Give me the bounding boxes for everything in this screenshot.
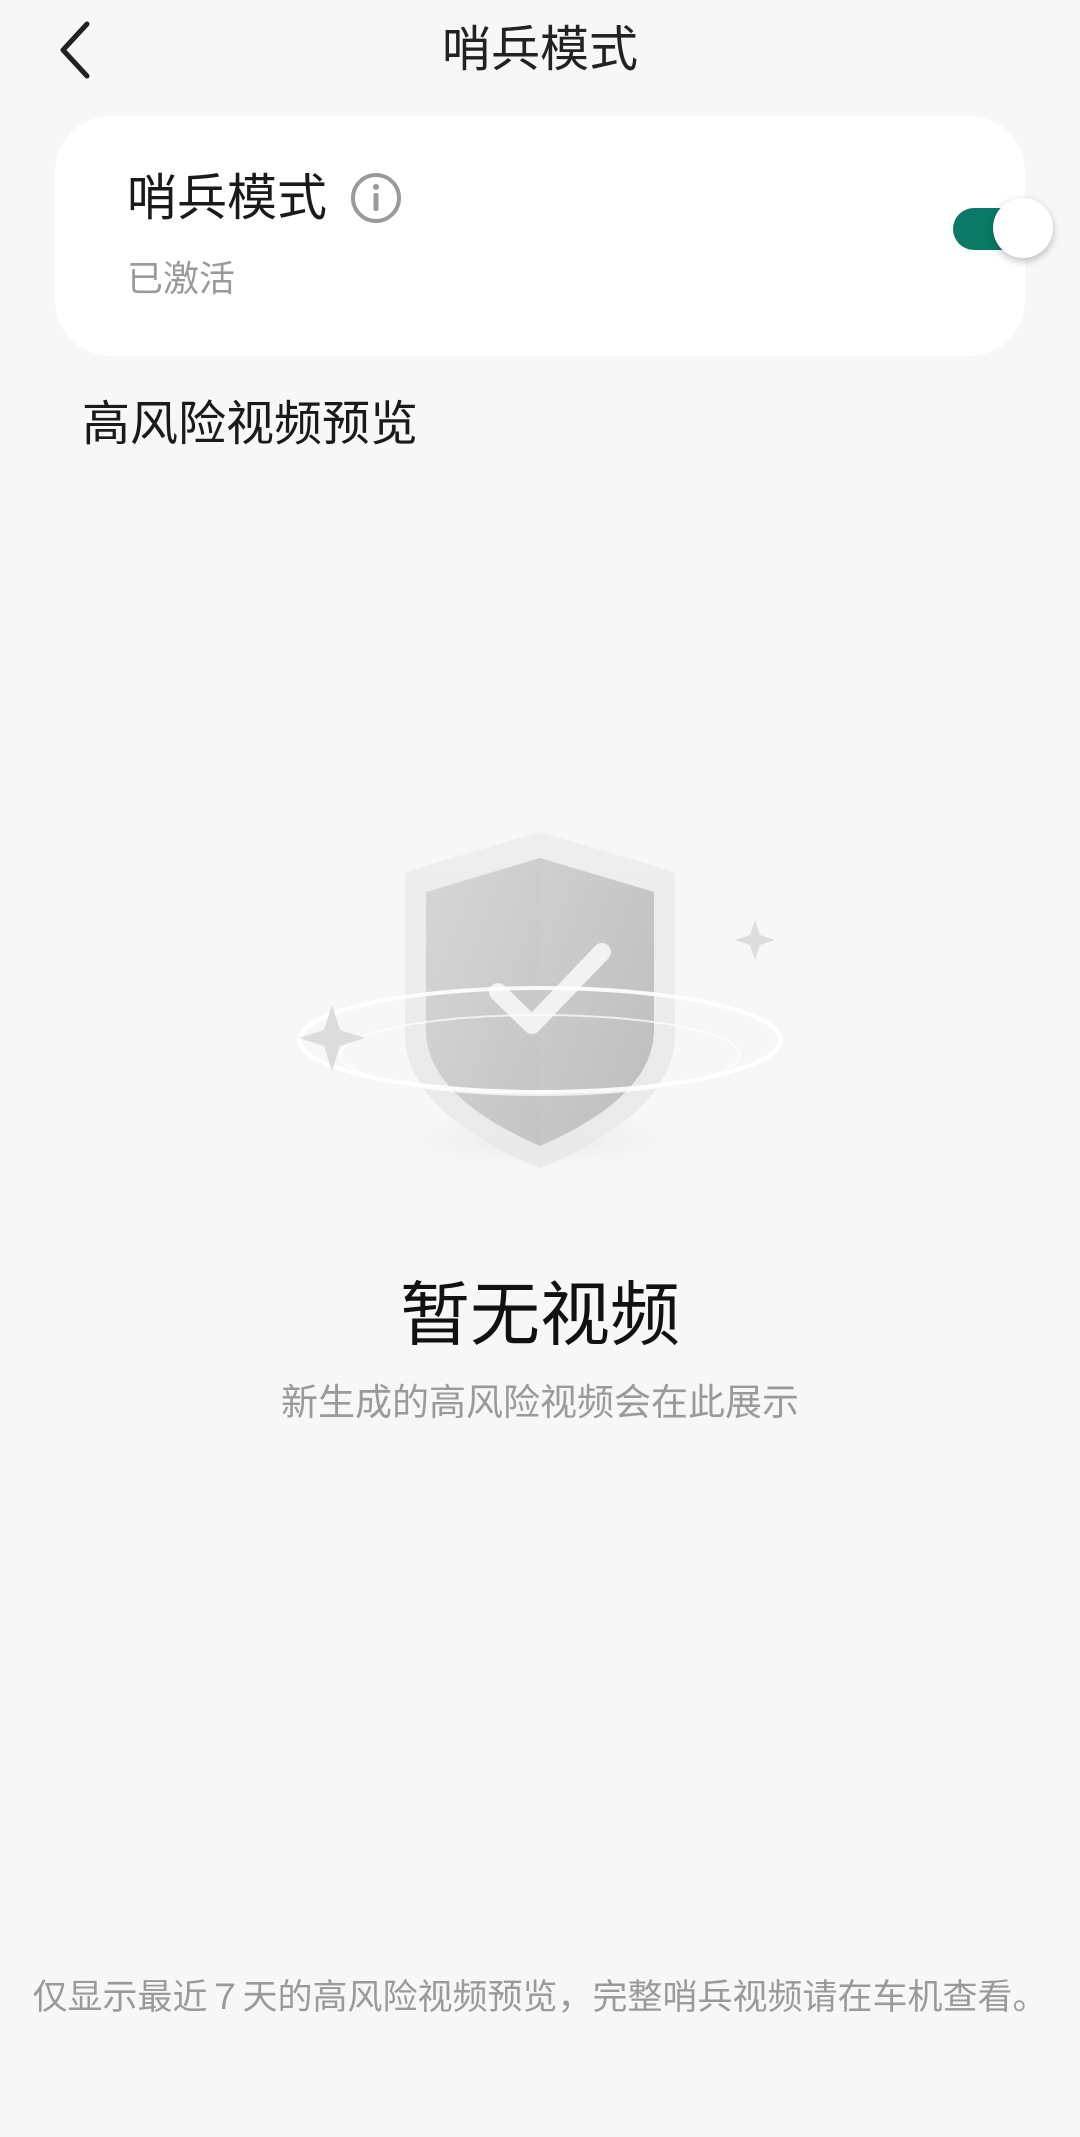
shield-check-icon [298, 832, 782, 1176]
sentry-mode-toggle[interactable] [953, 198, 1053, 260]
sentry-mode-card: 哨兵模式 已激活 [55, 116, 1053, 356]
top-bar: 哨兵模式 [0, 0, 1080, 110]
toggle-knob [993, 198, 1053, 258]
section-title: 高风险视频预览 [82, 396, 419, 452]
sentry-mode-label: 哨兵模式 [127, 169, 327, 227]
info-icon [351, 173, 401, 223]
empty-state-illustration [290, 820, 790, 1190]
empty-state-title: 暂无视频 [400, 1274, 680, 1356]
footer-note: 仅显示最近７天的高风险视频预览，完整哨兵视频请在车机查看。 [32, 1978, 1048, 2018]
info-button[interactable] [349, 171, 403, 225]
sentry-mode-status: 已激活 [127, 259, 236, 300]
page-title: 哨兵模式 [441, 21, 638, 78]
empty-state-subtitle: 新生成的高风险视频会在此展示 [281, 1381, 799, 1424]
card-title-row: 哨兵模式 [127, 166, 403, 230]
